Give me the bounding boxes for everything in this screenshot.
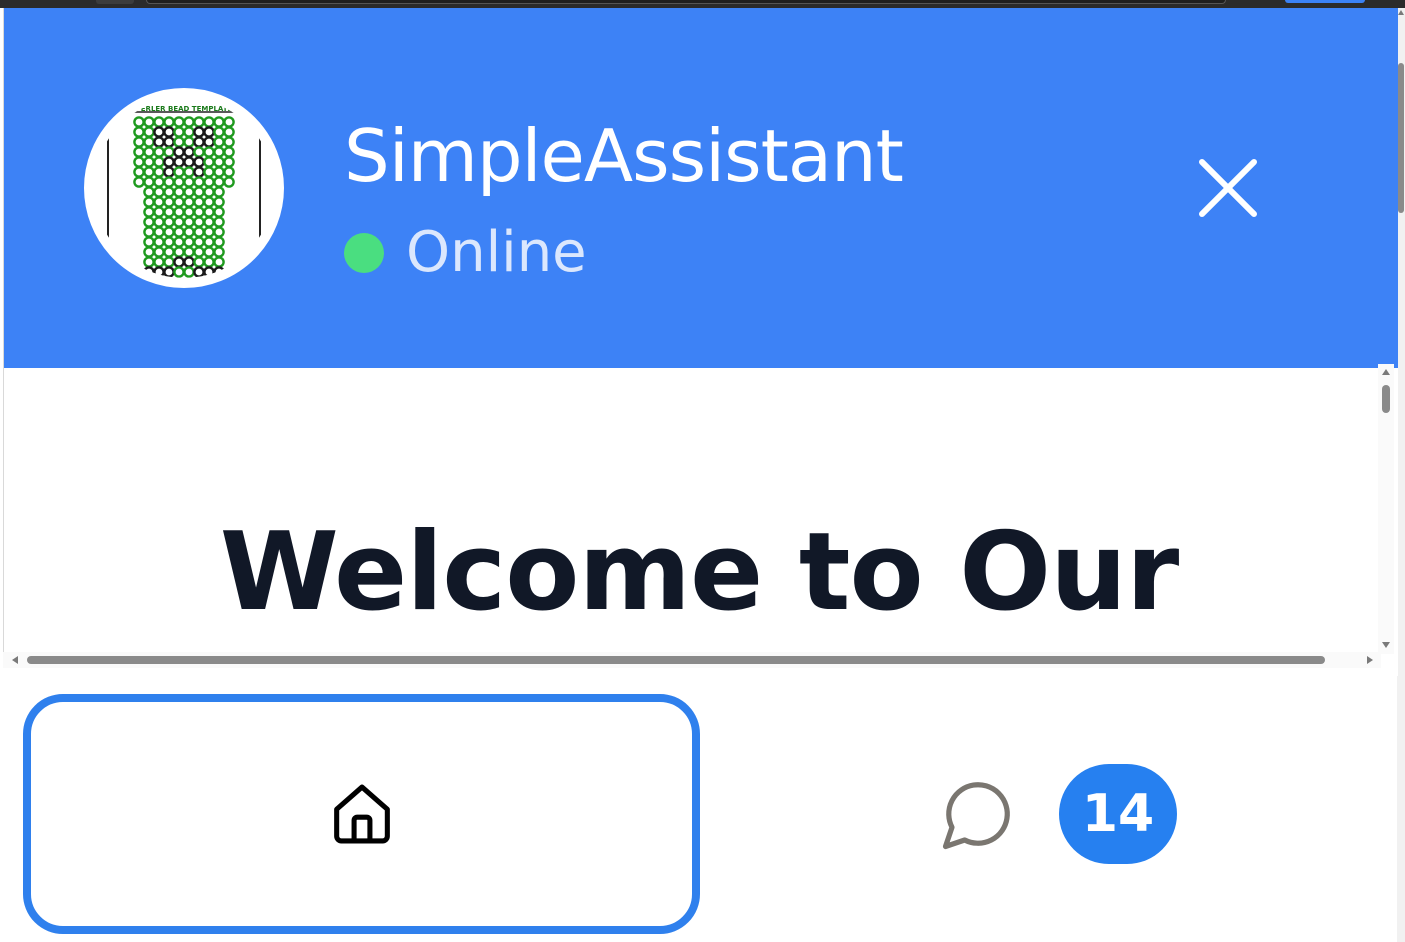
assistant-name: SimpleAssistant [344,114,904,198]
close-icon [1199,159,1257,217]
chat-bubble-icon [942,782,1010,850]
browser-tab-stub[interactable] [96,0,134,4]
content-horizontal-scrollbar[interactable] [3,652,1381,668]
content-vertical-scrollbar[interactable] [1378,364,1394,654]
page-scroll-up-arrow[interactable] [1398,10,1404,15]
bottom-navigation: 14 [3,668,1397,942]
online-status-dot [344,233,384,273]
browser-action-button[interactable] [1285,0,1365,3]
horizontal-scroll-thumb[interactable] [27,656,1325,664]
nav-home-button[interactable] [23,694,700,934]
page-scrollbar[interactable] [1397,8,1405,942]
close-button[interactable] [1188,148,1268,228]
page-scroll-thumb[interactable] [1398,63,1404,213]
assistant-avatar: PERLER BEAD TEMPLATE [84,88,284,288]
welcome-heading: Welcome to Our [219,510,1180,635]
avatar-caption: PERLER BEAD TEMPLATE [136,105,233,113]
unread-count-badge: 14 [1059,764,1177,864]
home-icon [333,784,390,844]
browser-address-bar[interactable] [146,0,1226,4]
scroll-left-arrow[interactable] [12,656,18,664]
scroll-down-arrow[interactable] [1382,642,1390,648]
status-indicator: Online [344,218,587,288]
browser-top-strip [0,0,1405,8]
scroll-up-arrow[interactable] [1382,369,1390,375]
perler-bead-creeper-avatar: PERLER BEAD TEMPLATE [94,98,274,278]
chat-header: PERLER BEAD TEMPLATE SimpleAssistant Onl… [4,8,1398,368]
scroll-right-arrow[interactable] [1367,656,1373,664]
nav-messages-button[interactable]: 14 [703,694,1393,934]
vertical-scroll-thumb[interactable] [1382,385,1390,413]
status-text: Online [406,220,587,285]
chat-content: Welcome to Our [4,368,1398,676]
